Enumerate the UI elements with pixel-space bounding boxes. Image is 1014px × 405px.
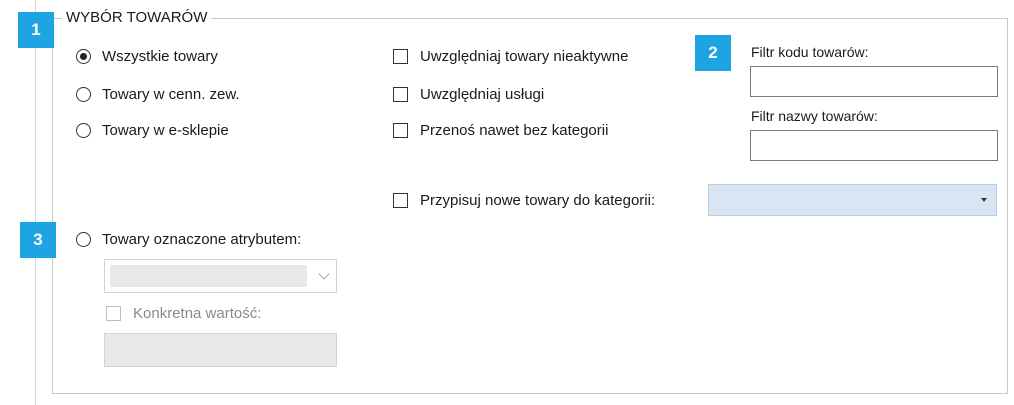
- callout-badge-2: 2: [695, 35, 731, 71]
- checkbox-box[interactable]: [393, 86, 408, 102]
- category-dropdown[interactable]: [708, 184, 997, 216]
- code-filter-label: Filtr kodu towarów:: [751, 44, 869, 60]
- radio-label: Towary oznaczone atrybutem:: [102, 230, 302, 248]
- checkbox-label: Przenoś nawet bez kategorii: [420, 121, 609, 139]
- checkbox-label: Konkretna wartość:: [133, 304, 262, 322]
- checkbox-box[interactable]: [393, 192, 408, 208]
- radio-button[interactable]: [76, 48, 91, 64]
- radio-label: Towary w e-sklepie: [102, 121, 229, 139]
- checkbox-box[interactable]: [106, 305, 121, 321]
- name-filter-label: Filtr nazwy towarów:: [751, 108, 878, 124]
- left-divider: [35, 0, 36, 405]
- attribute-dropdown[interactable]: [104, 259, 337, 293]
- specific-value-input[interactable]: [104, 333, 337, 367]
- radio-button[interactable]: [76, 122, 91, 138]
- checkbox-label: Uwzględniaj usługi: [420, 85, 545, 103]
- radio-button[interactable]: [76, 231, 91, 247]
- chevron-down-icon[interactable]: [318, 268, 330, 280]
- radio-external-pricelist[interactable]: Towary w cenn. zew.: [76, 83, 240, 105]
- checkbox-specific-value[interactable]: Konkretna wartość:: [106, 302, 261, 324]
- name-filter-input[interactable]: [750, 130, 998, 161]
- radio-attribute[interactable]: Towary oznaczone atrybutem:: [76, 228, 301, 250]
- callout-badge-1: 1: [18, 12, 54, 48]
- checkbox-assign-category[interactable]: Przypisuj nowe towary do kategorii:: [393, 189, 655, 211]
- attribute-dropdown-value: [110, 265, 307, 287]
- code-filter-input[interactable]: [750, 66, 998, 97]
- radio-e-shop[interactable]: Towary w e-sklepie: [76, 119, 229, 141]
- radio-label: Wszystkie towary: [102, 47, 218, 65]
- checkbox-box[interactable]: [393, 122, 408, 138]
- radio-button[interactable]: [76, 86, 91, 102]
- radio-all-products[interactable]: Wszystkie towary: [76, 45, 218, 67]
- checkbox-inactive-products[interactable]: Uwzględniaj towary nieaktywne: [393, 45, 628, 67]
- callout-badge-3: 3: [20, 222, 56, 258]
- checkbox-label: Uwzględniaj towary nieaktywne: [420, 47, 629, 65]
- checkbox-box[interactable]: [393, 48, 408, 64]
- group-title: WYBÓR TOWARÓW: [62, 9, 212, 27]
- radio-label: Towary w cenn. zew.: [102, 85, 240, 103]
- checkbox-without-category[interactable]: Przenoś nawet bez kategorii: [393, 119, 608, 141]
- checkbox-services[interactable]: Uwzględniaj usługi: [393, 83, 544, 105]
- checkbox-label: Przypisuj nowe towary do kategorii:: [420, 191, 656, 209]
- dropdown-arrow-icon[interactable]: [981, 198, 987, 202]
